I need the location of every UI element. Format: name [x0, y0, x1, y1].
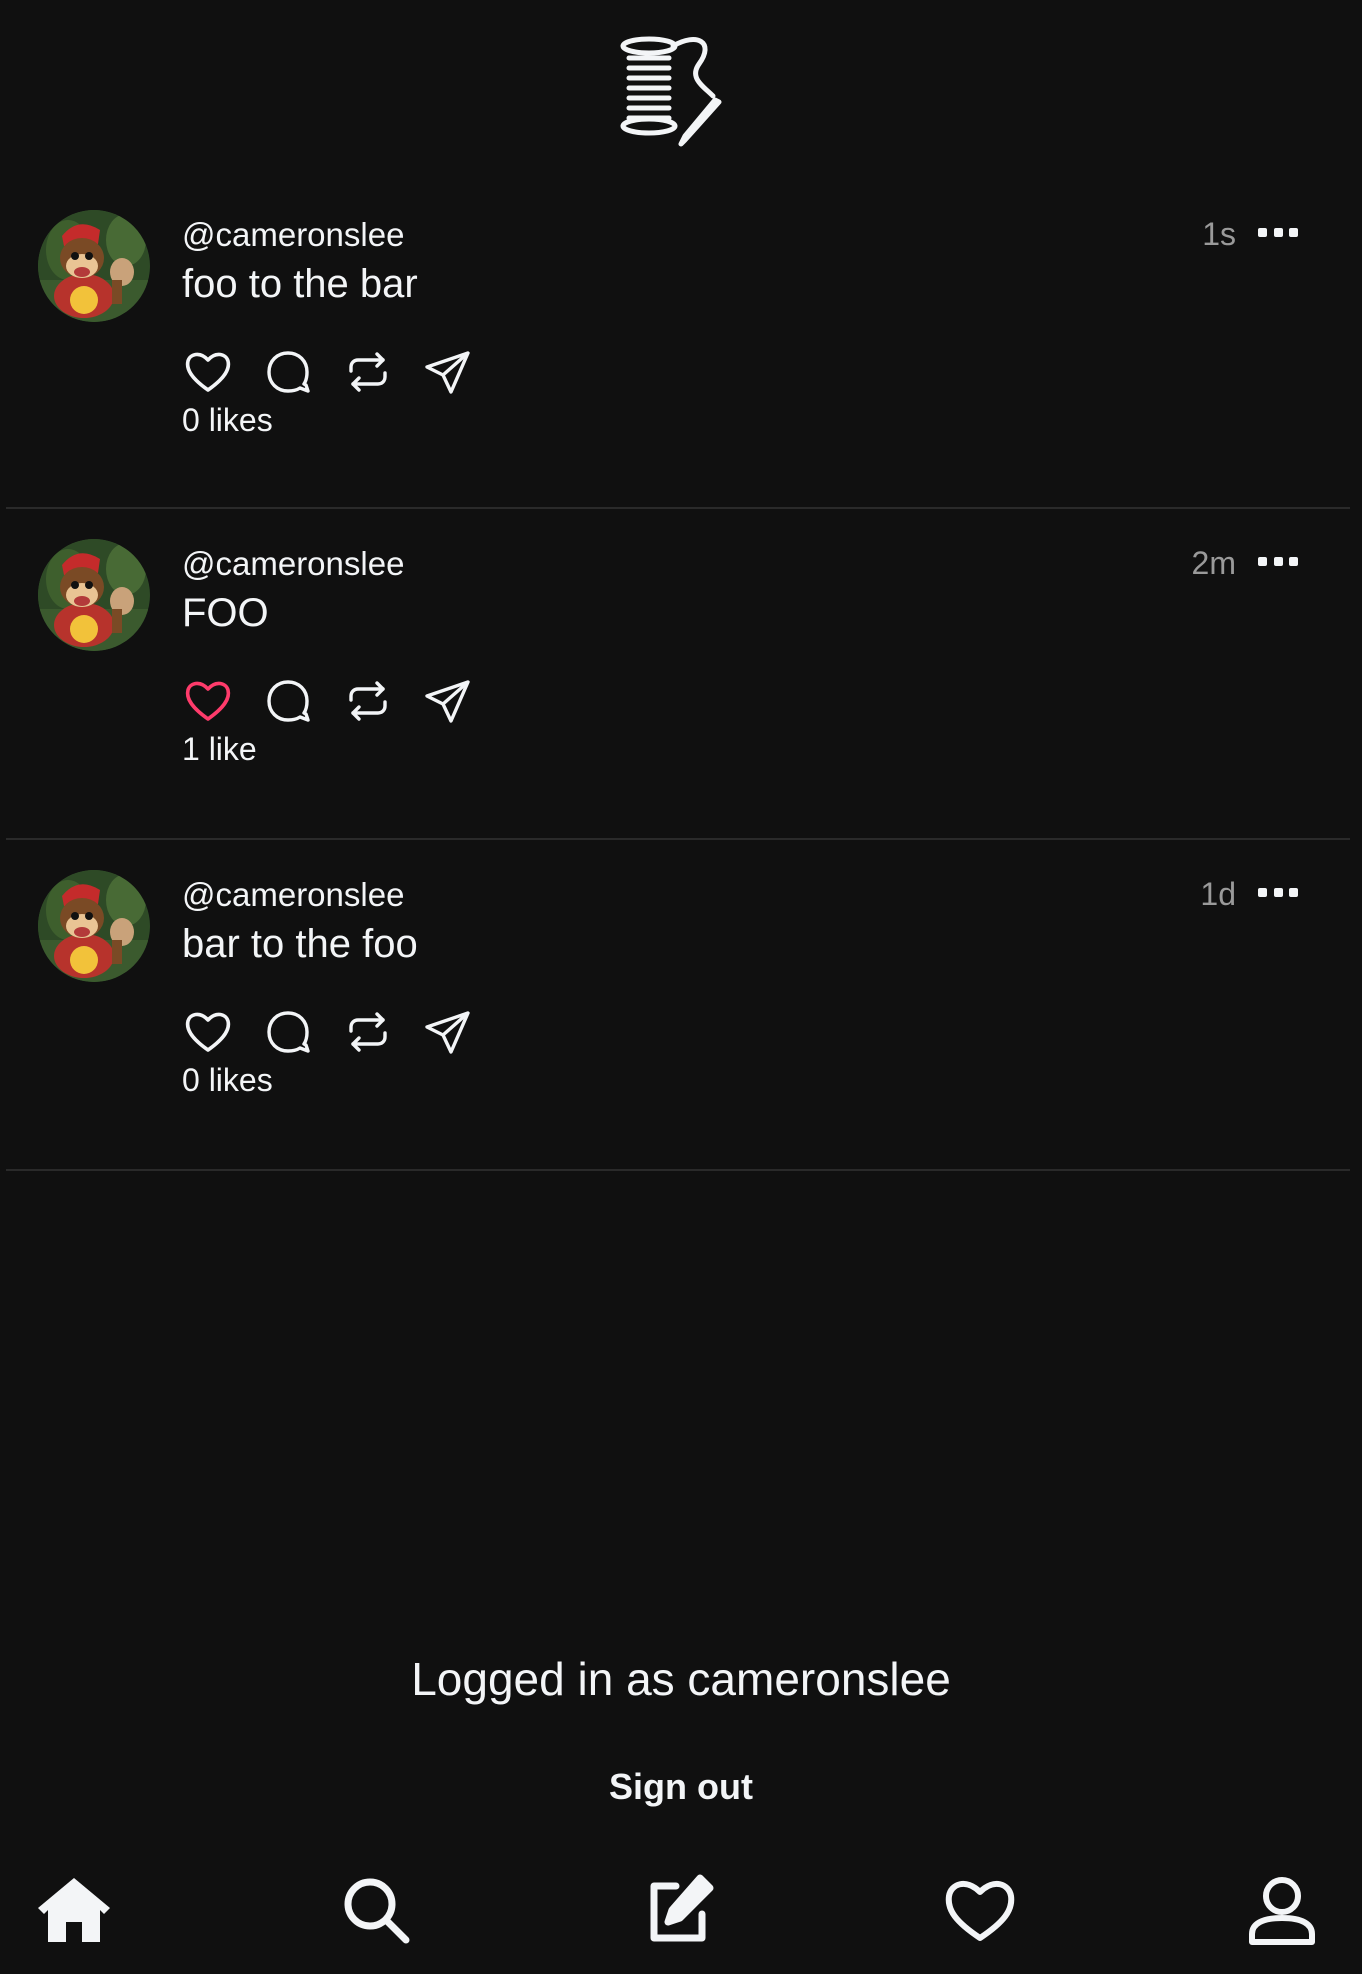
search-icon[interactable] [336, 1870, 416, 1950]
heart-icon[interactable] [182, 675, 234, 727]
post-username[interactable]: @cameronslee [182, 876, 404, 914]
repost-icon[interactable] [342, 346, 394, 398]
share-icon[interactable] [422, 346, 474, 398]
profile-icon[interactable] [1242, 1870, 1322, 1950]
post-timestamp: 1d [1200, 876, 1236, 912]
post-timestamp: 2m [1191, 545, 1236, 581]
post-username[interactable]: @cameronslee [182, 216, 404, 254]
more-options-icon[interactable] [1258, 880, 1298, 904]
thread-spool-icon[interactable] [619, 32, 731, 148]
avatar[interactable] [38, 210, 150, 322]
repost-icon[interactable] [342, 1006, 394, 1058]
post-content: FOO [182, 591, 269, 635]
feed: @cameronslee foo to the bar 1s 0 likes @… [6, 180, 1350, 1171]
heart-icon[interactable] [182, 346, 234, 398]
post[interactable]: @cameronslee foo to the bar 1s 0 likes [6, 180, 1350, 509]
sign-out-button[interactable]: Sign out [609, 1766, 753, 1807]
logged-in-status: Logged in as cameronslee [411, 1653, 951, 1705]
post-content: foo to the bar [182, 262, 418, 306]
likes-count[interactable]: 0 likes [182, 402, 273, 439]
share-icon[interactable] [422, 675, 474, 727]
post-content: bar to the foo [182, 922, 418, 966]
post[interactable]: @cameronslee bar to the foo 1d 0 likes [6, 840, 1350, 1171]
post-username[interactable]: @cameronslee [182, 545, 404, 583]
more-options-icon[interactable] [1258, 220, 1298, 244]
post-actions [182, 671, 502, 731]
avatar[interactable] [38, 539, 150, 651]
comment-icon[interactable] [262, 346, 314, 398]
avatar[interactable] [38, 870, 150, 982]
share-icon[interactable] [422, 1006, 474, 1058]
post[interactable]: @cameronslee FOO 2m 1 like [6, 509, 1350, 840]
comment-icon[interactable] [262, 1006, 314, 1058]
bottom-nav [0, 1870, 1362, 1960]
post-actions [182, 342, 502, 402]
post-actions [182, 1002, 502, 1062]
compose-icon[interactable] [638, 1870, 718, 1950]
home-icon[interactable] [34, 1870, 114, 1950]
activity-heart-icon[interactable] [940, 1870, 1020, 1950]
likes-count[interactable]: 0 likes [182, 1062, 273, 1099]
post-timestamp: 1s [1202, 216, 1236, 252]
comment-icon[interactable] [262, 675, 314, 727]
heart-icon[interactable] [182, 1006, 234, 1058]
likes-count[interactable]: 1 like [182, 731, 257, 768]
more-options-icon[interactable] [1258, 549, 1298, 573]
repost-icon[interactable] [342, 675, 394, 727]
